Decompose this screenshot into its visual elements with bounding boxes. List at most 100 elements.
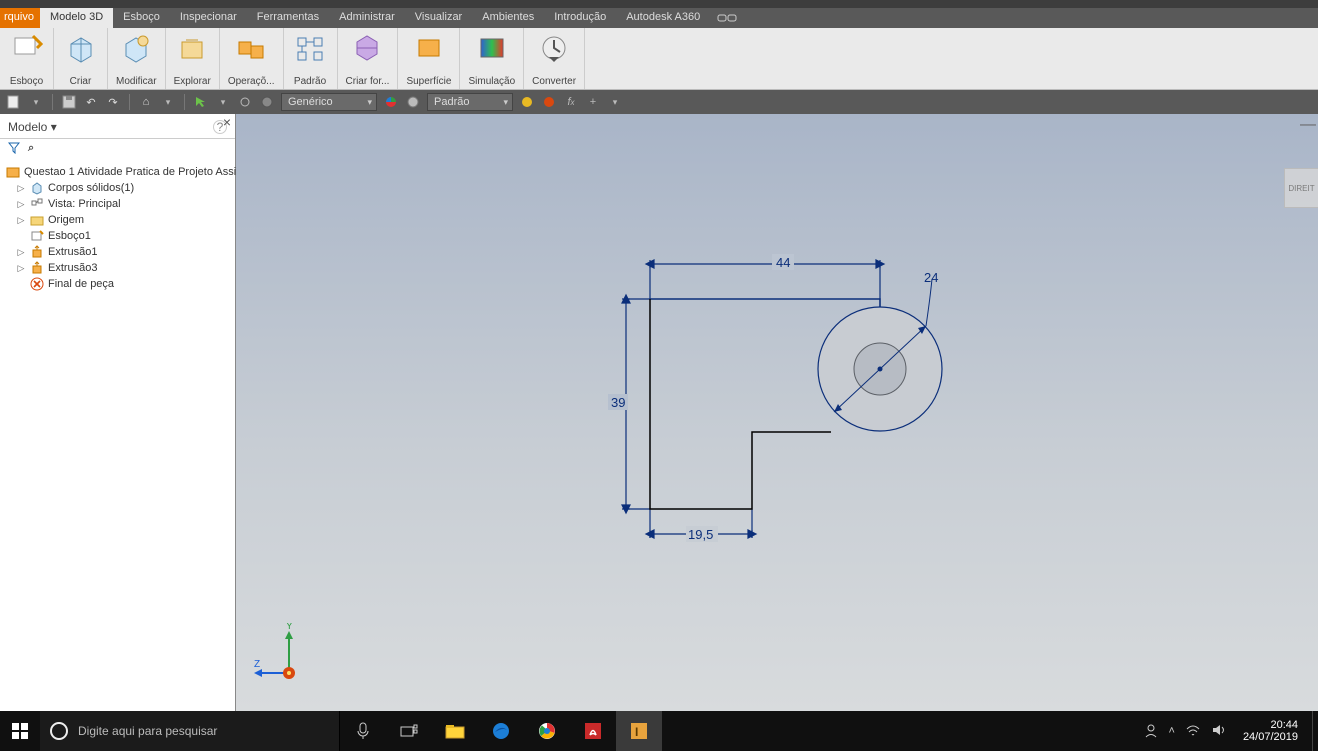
edge-icon[interactable] bbox=[478, 711, 524, 751]
tree-node-origin[interactable]: ▷ Origem bbox=[6, 212, 229, 228]
appearance-combo[interactable]: Padrão bbox=[427, 93, 513, 111]
redo-icon[interactable]: ↷ bbox=[105, 94, 121, 110]
view-triad: Y Z bbox=[254, 623, 324, 693]
tree-node-label: Corpos sólidos(1) bbox=[48, 182, 134, 194]
ribbon-group-padrao[interactable]: Padrão bbox=[284, 28, 338, 89]
dim-top: 44 bbox=[776, 255, 790, 270]
ribbon-group-criarform[interactable]: Criar for... bbox=[338, 28, 399, 89]
tree-node-extrude3[interactable]: ▷ Extrusão3 bbox=[6, 260, 229, 276]
save-icon[interactable] bbox=[61, 94, 77, 110]
cortana-icon bbox=[50, 722, 68, 740]
tree-root-label: Questao 1 Atividade Pratica de Projeto A… bbox=[24, 166, 236, 178]
ribbon-group-modificar[interactable]: Modificar bbox=[108, 28, 166, 89]
menubar: rquivo Modelo 3D Esboço Inspecionar Ferr… bbox=[0, 8, 1318, 28]
menu-tab-ferramentas[interactable]: Ferramentas bbox=[247, 8, 329, 28]
ribbon-group-esboco[interactable]: Esboço bbox=[0, 28, 54, 89]
dim-left: 39 bbox=[611, 395, 625, 410]
sphere-icon[interactable] bbox=[259, 94, 275, 110]
show-desktop[interactable] bbox=[1312, 711, 1318, 751]
ribbon-group-converter[interactable]: Converter bbox=[524, 28, 585, 89]
menu-tab-modelo3d[interactable]: Modelo 3D bbox=[40, 8, 113, 28]
browser-title[interactable]: Modelo ▾ bbox=[8, 120, 57, 134]
wifi-icon[interactable] bbox=[1185, 723, 1201, 740]
ribbon-group-superficie[interactable]: Superfície bbox=[398, 28, 460, 89]
ribbon-label: Converter bbox=[532, 76, 576, 87]
plus-icon[interactable]: + bbox=[585, 94, 601, 110]
find-icon[interactable]: ⌕ bbox=[28, 142, 34, 157]
viewport[interactable]: — DIREIT bbox=[236, 114, 1318, 711]
taskbar: Digite aqui para pesquisar I ˄ 20:44 24/… bbox=[0, 711, 1318, 751]
file-explorer-icon[interactable] bbox=[432, 711, 478, 751]
appearance-icon[interactable] bbox=[519, 94, 535, 110]
fx-icon[interactable]: fx bbox=[563, 94, 579, 110]
acrobat-icon[interactable] bbox=[570, 711, 616, 751]
ribbon-group-criar[interactable]: Criar bbox=[54, 28, 108, 89]
search-placeholder: Digite aqui para pesquisar bbox=[78, 724, 217, 738]
tree-node-end[interactable]: Final de peça bbox=[6, 276, 229, 292]
sphere-icon[interactable] bbox=[405, 94, 421, 110]
taskbar-clock[interactable]: 20:44 24/07/2019 bbox=[1237, 719, 1304, 743]
convert-icon bbox=[538, 32, 570, 64]
pattern-icon bbox=[294, 32, 326, 64]
select-icon[interactable] bbox=[193, 94, 209, 110]
ribbon-label: Padrão bbox=[294, 76, 326, 87]
clock-time: 20:44 bbox=[1243, 719, 1298, 731]
explore-icon bbox=[176, 32, 208, 64]
tree-node-label: Origem bbox=[48, 214, 84, 226]
menu-tab-esboco[interactable]: Esboço bbox=[113, 8, 170, 28]
new-icon[interactable] bbox=[6, 94, 22, 110]
ribbon-label: Criar for... bbox=[346, 76, 390, 87]
ribbon-group-simulacao[interactable]: Simulação bbox=[460, 28, 524, 89]
ribbon-label: Operaçõ... bbox=[228, 76, 275, 87]
dropdown-icon[interactable]: ▾ bbox=[607, 94, 623, 110]
tree-node-view[interactable]: ▷ Vista: Principal bbox=[6, 196, 229, 212]
undo-icon[interactable]: ↶ bbox=[83, 94, 99, 110]
svg-text:I: I bbox=[635, 725, 638, 739]
menu-tab-a360[interactable]: Autodesk A360 bbox=[616, 8, 710, 28]
menu-tab-administrar[interactable]: Administrar bbox=[329, 8, 405, 28]
pin-icon[interactable] bbox=[710, 8, 744, 28]
close-icon[interactable]: × bbox=[223, 114, 231, 130]
ribbon-group-operacoes[interactable]: Operaçõ... bbox=[220, 28, 284, 89]
dropdown-icon[interactable]: ▾ bbox=[160, 94, 176, 110]
sketch-drawing: 44 39 19,5 24 bbox=[236, 114, 1318, 711]
ribbon-label: Modificar bbox=[116, 76, 157, 87]
system-tray: ˄ 20:44 24/07/2019 bbox=[1135, 719, 1313, 743]
filter-icon[interactable] bbox=[8, 142, 20, 157]
tree-node-solids[interactable]: ▷ Corpos sólidos(1) bbox=[6, 180, 229, 196]
tree-node-label: Final de peça bbox=[48, 278, 114, 290]
tree-root[interactable]: Questao 1 Atividade Pratica de Projeto A… bbox=[6, 164, 229, 180]
ribbon-group-explorar[interactable]: Explorar bbox=[166, 28, 220, 89]
taskbar-search[interactable]: Digite aqui para pesquisar bbox=[40, 711, 340, 751]
menu-tab-introducao[interactable]: Introdução bbox=[544, 8, 616, 28]
triad-y-label: Y bbox=[286, 623, 293, 632]
inventor-icon[interactable]: I bbox=[616, 711, 662, 751]
ribbon-label: Criar bbox=[70, 76, 92, 87]
quick-access-toolbar: ▾ ↶ ↷ ⌂ ▾ ▾ Genérico Padrão fx + ▾ bbox=[0, 90, 1318, 114]
menu-tab-visualizar[interactable]: Visualizar bbox=[405, 8, 473, 28]
color-icon[interactable] bbox=[383, 94, 399, 110]
material-combo[interactable]: Genérico bbox=[281, 93, 377, 111]
ribbon-label: Superfície bbox=[406, 76, 451, 87]
menu-tab-inspecionar[interactable]: Inspecionar bbox=[170, 8, 247, 28]
material-combo-value: Genérico bbox=[288, 96, 333, 108]
appearance2-icon[interactable] bbox=[541, 94, 557, 110]
taskview-icon[interactable] bbox=[386, 711, 432, 751]
mic-icon[interactable] bbox=[340, 711, 386, 751]
menu-tab-ambientes[interactable]: Ambientes bbox=[472, 8, 544, 28]
tree-node-sketch1[interactable]: Esboço1 bbox=[6, 228, 229, 244]
sound-icon[interactable] bbox=[1211, 723, 1227, 740]
home-icon[interactable]: ⌂ bbox=[138, 94, 154, 110]
chrome-icon[interactable] bbox=[524, 711, 570, 751]
tray-chevron-icon[interactable]: ˄ bbox=[1169, 725, 1175, 737]
dropdown-icon[interactable]: ▾ bbox=[215, 94, 231, 110]
dropdown-icon[interactable]: ▾ bbox=[28, 94, 44, 110]
menu-file[interactable]: rquivo bbox=[0, 8, 40, 28]
dim-diameter: 24 bbox=[924, 270, 938, 285]
tree-node-extrude1[interactable]: ▷ Extrusão1 bbox=[6, 244, 229, 260]
cube-icon bbox=[65, 32, 97, 64]
circle-icon[interactable] bbox=[237, 94, 253, 110]
people-icon[interactable] bbox=[1143, 722, 1159, 741]
start-button[interactable] bbox=[0, 711, 40, 751]
cube-mod-icon bbox=[120, 32, 152, 64]
